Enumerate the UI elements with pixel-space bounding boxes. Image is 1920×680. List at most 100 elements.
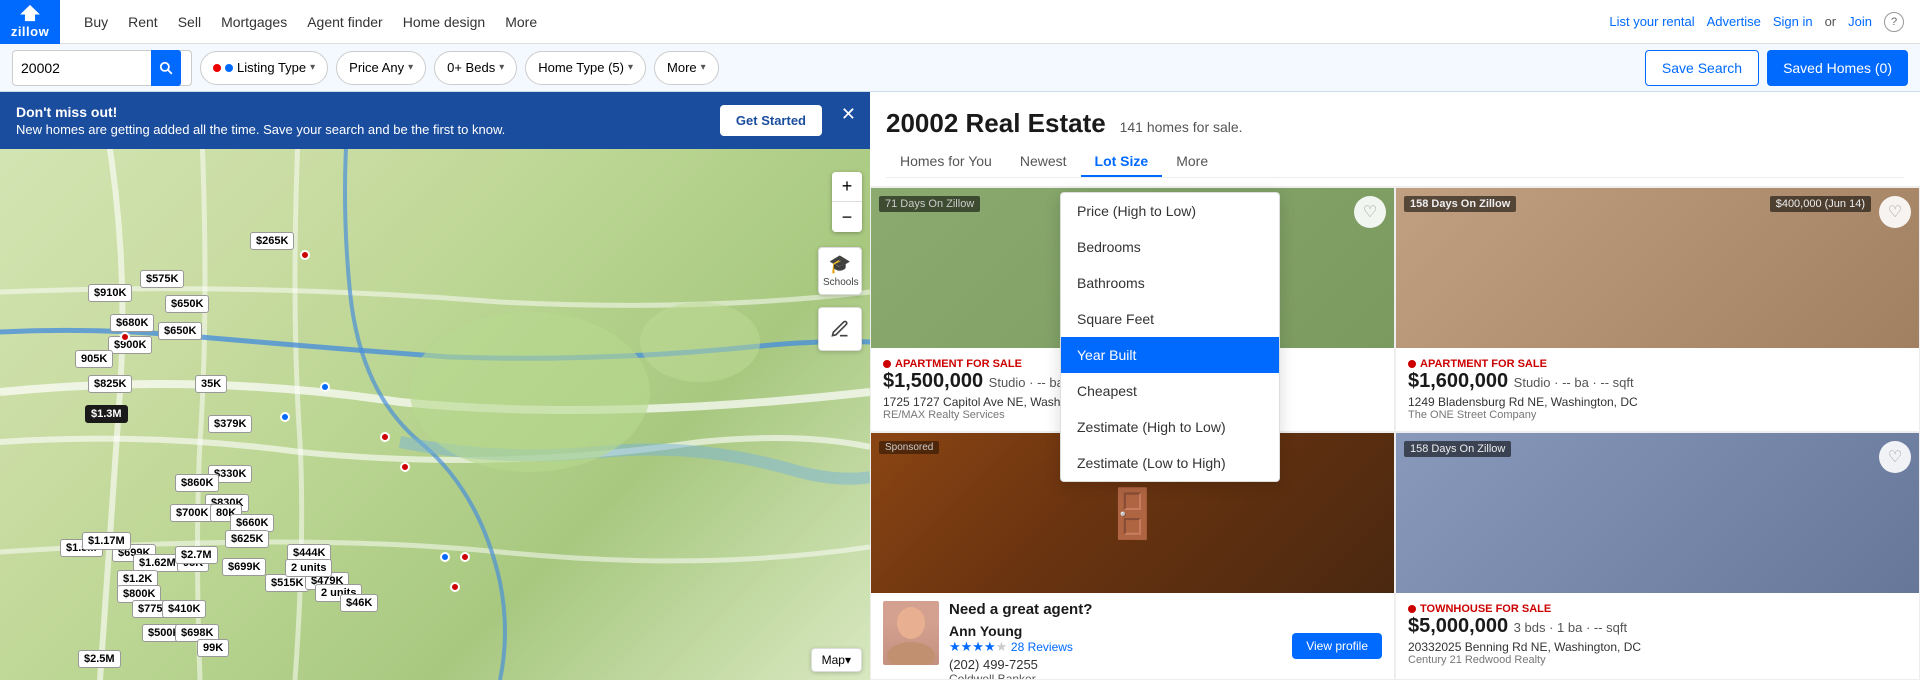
map-background: Don't miss out! New homes are getting ad… xyxy=(0,92,870,680)
price-marker[interactable]: $2.7M xyxy=(175,546,218,564)
price-marker[interactable]: $900K xyxy=(108,336,152,354)
sort-option-price-high-low[interactable]: Price (High to Low) xyxy=(1061,193,1279,229)
dot-marker[interactable] xyxy=(400,462,410,472)
dot-marker[interactable] xyxy=(450,582,460,592)
status-dot-icon xyxy=(1408,605,1416,613)
sort-option-cheapest[interactable]: Cheapest xyxy=(1061,373,1279,409)
list-rental-link[interactable]: List your rental xyxy=(1609,14,1694,29)
listing-image: 158 Days On Zillow $400,000 (Jun 14) ♡ xyxy=(1396,188,1919,348)
tab-homes-for-you[interactable]: Homes for You xyxy=(886,147,1006,177)
nav-rent[interactable]: Rent xyxy=(128,14,158,30)
dot-blue-icon xyxy=(225,64,233,72)
beds-filter[interactable]: 0+ Beds ▾ xyxy=(434,51,517,85)
more-filter[interactable]: More ▾ xyxy=(654,51,719,85)
save-search-button[interactable]: Save Search xyxy=(1645,50,1759,86)
nav-buy[interactable]: Buy xyxy=(84,14,108,30)
unit-marker[interactable]: 2 units xyxy=(285,559,332,577)
listing-status: TOWNHOUSE FOR SALE xyxy=(1408,603,1907,615)
close-alert-button[interactable]: ✕ xyxy=(841,104,856,125)
sort-option-zestimate-low-high[interactable]: Zestimate (Low to High) xyxy=(1061,445,1279,481)
price-marker[interactable]: 99K xyxy=(197,639,229,657)
zoom-in-button[interactable]: + xyxy=(832,172,862,202)
price-marker[interactable]: $1.3M xyxy=(85,405,128,423)
agent-reviews[interactable]: 28 Reviews xyxy=(1011,640,1073,654)
price-marker[interactable]: $625K xyxy=(225,530,269,548)
dot-marker[interactable] xyxy=(460,552,470,562)
price-marker[interactable]: 35K xyxy=(195,375,227,393)
zillow-logo[interactable]: zillow xyxy=(0,0,60,44)
price-marker[interactable]: $860K xyxy=(175,474,219,492)
view-profile-button[interactable]: View profile xyxy=(1292,633,1382,659)
dot-marker[interactable] xyxy=(300,250,310,260)
price-marker[interactable]: $575K xyxy=(140,270,184,288)
nav-home-design[interactable]: Home design xyxy=(403,14,486,30)
dot-marker[interactable] xyxy=(380,432,390,442)
nav-mortgages[interactable]: Mortgages xyxy=(221,14,287,30)
price-marker[interactable]: $410K xyxy=(162,600,206,618)
dot-marker[interactable] xyxy=(320,382,330,392)
agent-phone[interactable]: (202) 499-7255 xyxy=(949,657,1282,672)
get-started-button[interactable]: Get Started xyxy=(720,105,822,136)
join-link[interactable]: Join xyxy=(1848,14,1872,29)
schools-button[interactable]: 🎓 Schools xyxy=(818,247,862,295)
top-nav: zillow Buy Rent Sell Mortgages Agent fin… xyxy=(0,0,1920,44)
dot-marker[interactable] xyxy=(440,552,450,562)
draw-button[interactable] xyxy=(818,307,862,351)
map-zoom-controls: + − xyxy=(832,172,862,232)
search-input-wrap xyxy=(12,50,192,86)
zillow-house-icon xyxy=(19,4,41,22)
right-panel: 20002 Real Estate 141 homes for sale. Ho… xyxy=(870,92,1920,680)
zoom-out-button[interactable]: − xyxy=(832,202,862,232)
price-marker[interactable]: $1.17M xyxy=(82,532,131,550)
price-value: $5,000,000 xyxy=(1408,615,1508,637)
search-button[interactable] xyxy=(151,50,181,86)
sort-option-zestimate-high-low[interactable]: Zestimate (High to Low) xyxy=(1061,409,1279,445)
price-marker[interactable]: $650K xyxy=(158,322,202,340)
sort-option-sqft[interactable]: Square Feet xyxy=(1061,301,1279,337)
agent-info: Need a great agent? Ann Young ★★★★★ 28 R… xyxy=(949,601,1282,680)
sort-option-bedrooms[interactable]: Bedrooms xyxy=(1061,229,1279,265)
price-marker[interactable]: 905K xyxy=(75,350,113,368)
favorite-button[interactable]: ♡ xyxy=(1354,196,1386,228)
advertise-link[interactable]: Advertise xyxy=(1707,14,1761,29)
map-area[interactable]: Don't miss out! New homes are getting ad… xyxy=(0,92,870,680)
tab-more[interactable]: More xyxy=(1162,147,1222,177)
saved-homes-button[interactable]: Saved Homes (0) xyxy=(1767,50,1908,86)
listing-type-filter[interactable]: Listing Type ▾ xyxy=(200,51,328,85)
price-marker[interactable]: $825K xyxy=(88,375,132,393)
favorite-button[interactable]: ♡ xyxy=(1879,441,1911,473)
price-marker[interactable]: $2.5M xyxy=(78,650,121,668)
sort-option-bathrooms[interactable]: Bathrooms xyxy=(1061,265,1279,301)
price-marker[interactable]: $910K xyxy=(88,284,132,302)
home-type-filter[interactable]: Home Type (5) ▾ xyxy=(525,51,646,85)
listing-price: $1,600,000 Studio · -- ba · -- sqft xyxy=(1408,370,1907,393)
price-marker[interactable]: $699K xyxy=(222,558,266,576)
price-marker[interactable]: $680K xyxy=(110,314,154,332)
sort-option-year-built[interactable]: Year Built xyxy=(1061,337,1279,373)
listing-card[interactable]: 158 Days On Zillow ♡ TOWNHOUSE FOR SALE … xyxy=(1395,432,1920,680)
price-marker[interactable]: $265K xyxy=(250,232,294,250)
price-marker[interactable]: $46K xyxy=(340,594,378,612)
help-icon[interactable]: ? xyxy=(1884,12,1904,32)
nav-more[interactable]: More xyxy=(505,14,537,30)
sign-in-link[interactable]: Sign in xyxy=(1773,14,1813,29)
price-marker[interactable]: $700K xyxy=(170,504,214,522)
favorite-button[interactable]: ♡ xyxy=(1879,196,1911,228)
price-filter[interactable]: Price Any ▾ xyxy=(336,51,426,85)
tab-lot-size[interactable]: Lot Size xyxy=(1081,147,1163,177)
listing-card[interactable]: 158 Days On Zillow $400,000 (Jun 14) ♡ A… xyxy=(1395,187,1920,432)
dot-marker[interactable] xyxy=(280,412,290,422)
nav-agent-finder[interactable]: Agent finder xyxy=(307,14,383,30)
price-marker[interactable]: $379K xyxy=(208,415,252,433)
status-text: APARTMENT FOR SALE xyxy=(895,358,1022,370)
listing-badge: 158 Days On Zillow xyxy=(1404,196,1516,212)
listing-specs: Studio · -- ba · -- sqft xyxy=(1514,375,1634,390)
listing-agent: The ONE Street Company xyxy=(1408,409,1907,421)
price-value: $1,500,000 xyxy=(883,370,983,392)
search-input[interactable] xyxy=(21,60,151,76)
map-view-button[interactable]: Map▾ xyxy=(811,648,862,672)
price-marker[interactable]: $650K xyxy=(165,295,209,313)
nav-sell[interactable]: Sell xyxy=(178,14,201,30)
tab-newest[interactable]: Newest xyxy=(1006,147,1081,177)
dot-marker[interactable] xyxy=(120,332,130,342)
